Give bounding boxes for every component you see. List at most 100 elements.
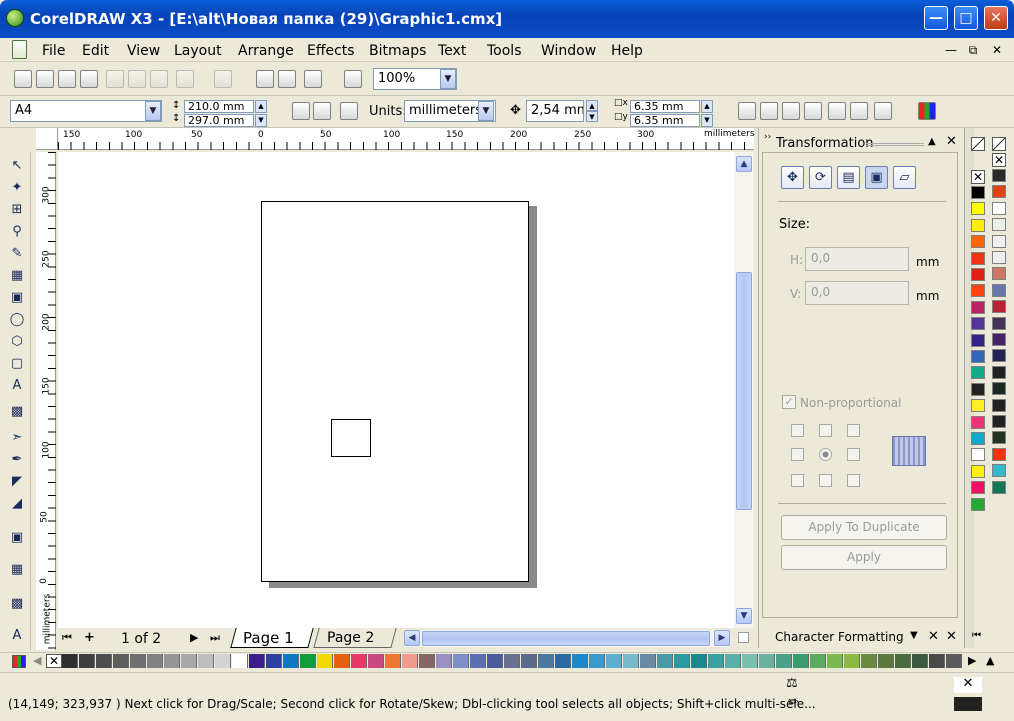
- anchor-top-left[interactable]: [791, 424, 804, 437]
- last-page-icon[interactable]: ⏭: [210, 631, 220, 645]
- color-swatch[interactable]: [504, 654, 520, 668]
- ruler-origin[interactable]: [36, 128, 58, 150]
- color-swatch[interactable]: [759, 654, 775, 668]
- docker-collapse-icon[interactable]: ▲: [928, 136, 936, 147]
- shape-tool-icon[interactable]: ✦: [7, 178, 27, 198]
- text-tool-icon[interactable]: A: [7, 376, 27, 396]
- rotate-icon[interactable]: ⟳: [809, 166, 832, 189]
- color-swatch[interactable]: [878, 654, 894, 668]
- new-icon[interactable]: [14, 70, 32, 88]
- landscape-icon[interactable]: [313, 102, 331, 120]
- color-swatch[interactable]: [971, 268, 985, 281]
- smart-fill-tool-icon[interactable]: ▦: [7, 266, 27, 286]
- color-swatch[interactable]: [992, 185, 1006, 199]
- fill-tool-icon[interactable]: ◤: [7, 472, 27, 492]
- color-swatch[interactable]: [79, 654, 95, 668]
- color-swatch[interactable]: [742, 654, 758, 668]
- scroll-left-icon[interactable]: ◀: [404, 630, 420, 646]
- copy-icon[interactable]: [128, 70, 146, 88]
- artistic-text-icon[interactable]: A: [7, 626, 27, 646]
- non-proportional-checkbox[interactable]: ✓: [782, 395, 796, 409]
- freehand-tool-icon[interactable]: ✎: [7, 244, 27, 264]
- color-swatch[interactable]: [708, 654, 724, 668]
- open-icon[interactable]: [36, 70, 54, 88]
- corel-online-icon[interactable]: [344, 70, 362, 88]
- color-swatch[interactable]: [971, 366, 985, 380]
- color-swatch[interactable]: [521, 654, 537, 668]
- color-swatch[interactable]: [929, 654, 945, 668]
- color-swatch[interactable]: [793, 654, 809, 668]
- snap-to-guidelines-icon[interactable]: [760, 102, 778, 120]
- coreldraw-app-icon[interactable]: [6, 9, 24, 27]
- color-swatch[interactable]: [992, 431, 1006, 445]
- color-swatch[interactable]: [691, 654, 707, 668]
- color-swatch[interactable]: [971, 284, 985, 298]
- color-swatch[interactable]: [181, 654, 197, 668]
- color-swatch[interactable]: [487, 654, 503, 668]
- color-swatch[interactable]: [971, 317, 985, 331]
- menu-text[interactable]: Text: [438, 43, 466, 59]
- color-swatch[interactable]: [368, 654, 384, 668]
- menu-file[interactable]: File: [42, 43, 65, 59]
- menu-view[interactable]: View: [127, 43, 160, 59]
- dup-y-spin-icon[interactable]: ▼: [701, 114, 713, 127]
- menu-layout[interactable]: Layout: [174, 43, 222, 59]
- color-swatch[interactable]: [351, 654, 367, 668]
- dynamic-guides-icon[interactable]: [804, 102, 822, 120]
- color-swatch[interactable]: [606, 654, 622, 668]
- doc-minimize-button[interactable]: —: [942, 41, 960, 59]
- snap-to-grid-icon[interactable]: [738, 102, 756, 120]
- palette-scroll-left-icon[interactable]: ◀: [33, 654, 41, 667]
- transform-tool-icon[interactable]: ▣: [7, 528, 27, 548]
- apply-to-duplicate-button[interactable]: Apply To Duplicate: [781, 515, 947, 540]
- color-swatch[interactable]: [453, 654, 469, 668]
- color-swatch[interactable]: [971, 300, 985, 314]
- color-swatch[interactable]: [971, 235, 985, 249]
- color-swatch[interactable]: [147, 654, 163, 668]
- options-icon[interactable]: [874, 102, 892, 120]
- color-swatch[interactable]: [215, 654, 231, 668]
- color-swatch[interactable]: [300, 654, 316, 668]
- chevron-down-icon[interactable]: ▼: [440, 69, 456, 89]
- color-swatch[interactable]: [62, 654, 78, 668]
- scroll-up-icon[interactable]: ▲: [736, 156, 752, 172]
- color-swatch[interactable]: [971, 415, 985, 429]
- cut-icon[interactable]: [106, 70, 124, 88]
- v-size-field[interactable]: 0,0: [805, 281, 909, 305]
- nudge-spin-up-icon[interactable]: ▲: [586, 100, 598, 111]
- color-swatch[interactable]: [861, 654, 877, 668]
- height-spin-icon[interactable]: ▼: [255, 114, 267, 127]
- color-swatch[interactable]: [470, 654, 486, 668]
- color-swatch[interactable]: [971, 333, 985, 347]
- anchor-center[interactable]: [819, 448, 832, 461]
- scroll-right-icon[interactable]: ▶: [714, 630, 730, 646]
- color-swatch[interactable]: [589, 654, 605, 668]
- application-launcher-icon[interactable]: [304, 70, 322, 88]
- color-swatch[interactable]: [572, 654, 588, 668]
- color-swatch[interactable]: [725, 654, 741, 668]
- menu-effects[interactable]: Effects: [307, 43, 355, 59]
- ellipse-tool-icon[interactable]: ◯: [7, 310, 27, 330]
- rectangle-tool-icon[interactable]: ▣: [7, 288, 27, 308]
- docker-grip-icon[interactable]: ››: [764, 132, 771, 142]
- polygon-tool-icon[interactable]: ⬡: [7, 332, 27, 352]
- color-swatch[interactable]: [971, 481, 985, 495]
- doc-restore-button[interactable]: ⧉: [964, 41, 982, 59]
- color-swatch[interactable]: [971, 464, 985, 478]
- outline-tool-icon[interactable]: ✒: [7, 450, 27, 470]
- paper-type-combo[interactable]: A4: [10, 100, 162, 122]
- anchor-bottom-left[interactable]: [791, 474, 804, 487]
- width-spin-icon[interactable]: ▲: [255, 100, 267, 113]
- color-swatch[interactable]: [992, 382, 1006, 396]
- h-size-field[interactable]: 0,0: [805, 247, 909, 271]
- duplicate-y-field[interactable]: 6.35 mm: [630, 114, 700, 127]
- color-swatch[interactable]: [992, 333, 1006, 346]
- minimize-button[interactable]: —: [924, 6, 948, 30]
- horizontal-scroll-thumb[interactable]: [422, 631, 710, 646]
- next-page-icon[interactable]: ▶: [190, 631, 198, 644]
- color-swatch[interactable]: [912, 654, 928, 668]
- crop-tool-icon[interactable]: ⊞: [7, 200, 27, 220]
- table-icon[interactable]: ▦: [7, 560, 27, 580]
- palette-menu-icon[interactable]: [971, 137, 985, 151]
- color-swatch[interactable]: [283, 654, 299, 668]
